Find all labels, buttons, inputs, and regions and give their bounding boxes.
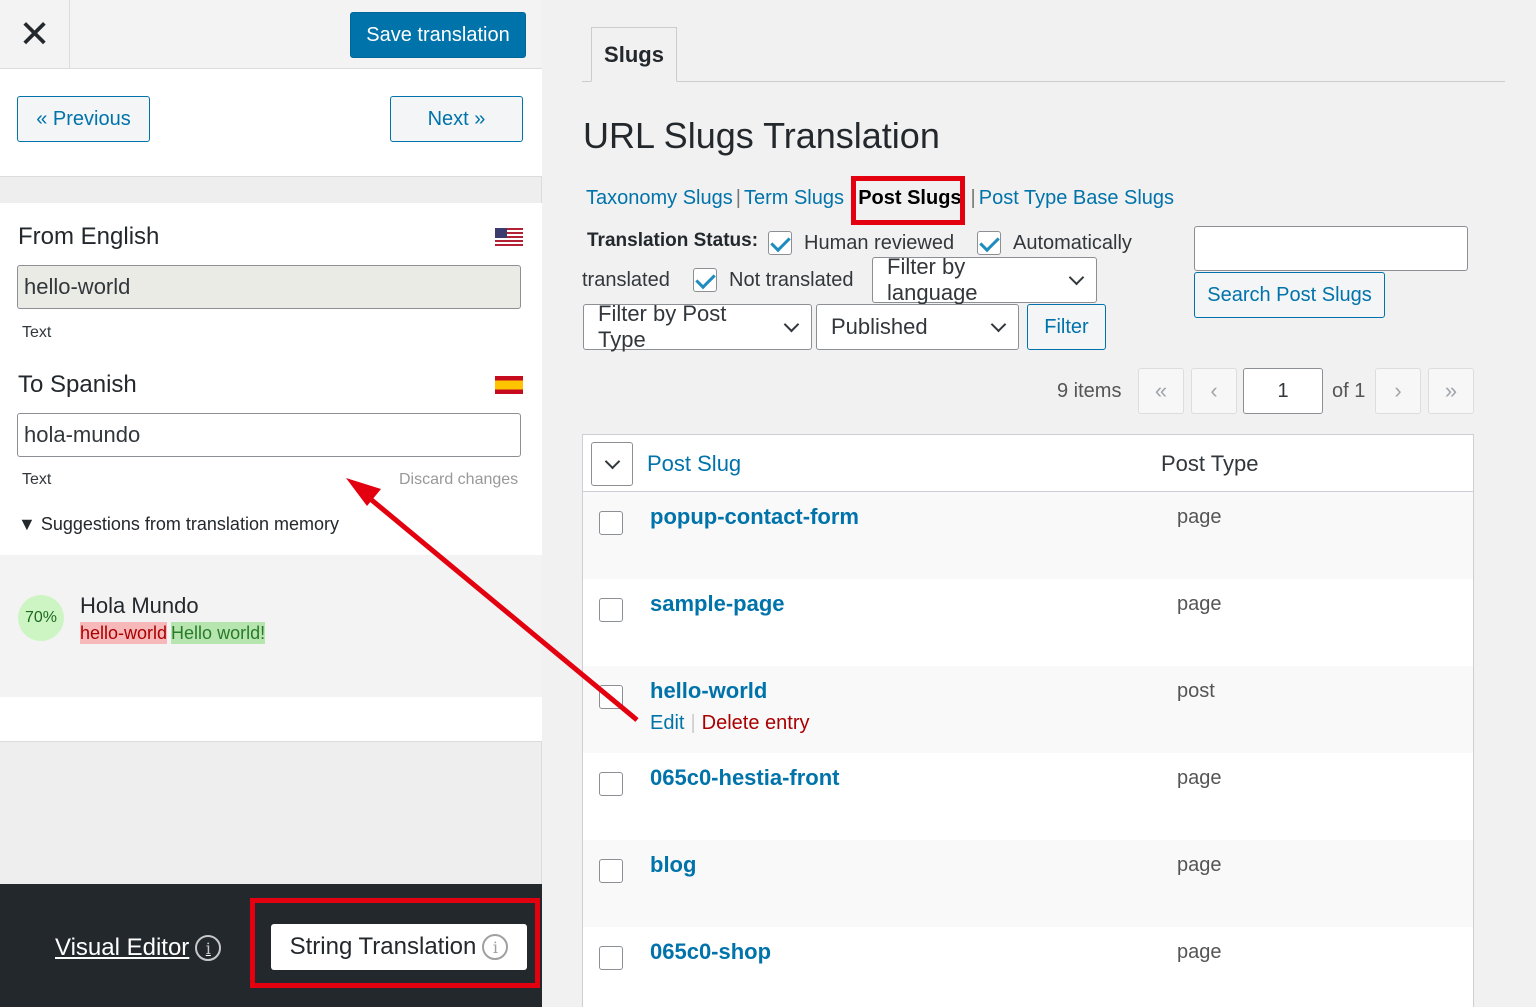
post-slugs-table: Post Slug Post Type popup-contact-form p… [582, 434, 1474, 1007]
translation-status-label: Translation Status: [587, 230, 759, 251]
row-checkbox[interactable] [599, 946, 623, 970]
triangle-down-icon: ▼ [18, 514, 36, 534]
discard-changes-link[interactable]: Discard changes [399, 471, 518, 489]
row-checkbox[interactable] [599, 859, 623, 883]
delete-entry-link[interactable]: Delete entry [702, 712, 810, 734]
previous-button[interactable]: « Previous [17, 96, 150, 142]
next-button[interactable]: Next » [390, 96, 523, 142]
post-status-select[interactable]: Published [816, 304, 1019, 350]
visual-editor-label: Visual Editor [55, 934, 190, 961]
row-checkbox[interactable] [599, 685, 623, 709]
save-translation-button[interactable]: Save translation [350, 12, 526, 58]
chevron-down-icon [604, 453, 620, 469]
human-reviewed-label: Human reviewed [804, 232, 955, 254]
filter-post-type-value: Filter by Post Type [598, 301, 727, 352]
info-icon[interactable]: i [195, 935, 222, 961]
automatically-translated-checkbox[interactable] [977, 231, 1001, 255]
next-page-button[interactable]: › [1375, 368, 1421, 414]
match-percent-badge: 70% [18, 595, 64, 641]
column-post-type: Post Type [1161, 451, 1259, 476]
edit-link[interactable]: Edit [650, 712, 684, 734]
translation-editor-panel: ✕ Save translation « Previous Next » Fro… [0, 0, 542, 1007]
chevron-down-icon [783, 316, 800, 332]
diff-removed: hello-world [80, 622, 168, 644]
chevron-down-icon [990, 316, 1007, 332]
table-row: 065c0-hestia-front page [583, 753, 1473, 840]
suggestions-toggle[interactable]: ▼ Suggestions from translation memory [18, 514, 339, 535]
search-post-slugs-button[interactable]: Search Post Slugs [1194, 272, 1385, 318]
suggestion-title: Hola Mundo [80, 593, 199, 618]
us-flag-icon [495, 228, 523, 246]
suggestion-diff: hello-world Hello world! [80, 622, 266, 644]
navigation-area: « Previous Next » [0, 69, 542, 177]
not-translated-label: Not translated [729, 269, 854, 291]
row-checkbox[interactable] [599, 511, 623, 535]
suggestions-label: Suggestions from translation memory [40, 514, 339, 534]
from-language-label: From English [18, 223, 160, 250]
editor-toolbar: ✕ Save translation [0, 0, 542, 69]
table-header: Post Slug Post Type [583, 435, 1473, 492]
chevron-down-icon [1068, 269, 1085, 285]
row-checkbox[interactable] [599, 598, 623, 622]
tab-divider [582, 81, 1505, 82]
source-text-field: hello-world [17, 265, 521, 309]
translated-label: translated [582, 269, 670, 291]
post-slug-link[interactable]: sample-page [650, 591, 785, 617]
post-type-cell: page [1177, 941, 1222, 963]
prev-page-button[interactable]: ‹ [1191, 368, 1237, 414]
post-slug-link[interactable]: 065c0-hestia-front [650, 765, 840, 791]
spain-flag-icon [495, 376, 523, 394]
translation-type-label: Text [22, 471, 52, 488]
diff-added: Hello world! [171, 622, 266, 644]
row-checkbox[interactable] [599, 772, 623, 796]
tab-slugs[interactable]: Slugs [591, 27, 677, 82]
post-slug-link[interactable]: blog [650, 852, 696, 878]
filter-post-type-select[interactable]: Filter by Post Type [583, 301, 812, 352]
close-icon[interactable]: ✕ [0, 0, 70, 68]
highlight-box-post-slugs [851, 176, 965, 225]
translation-form: From English hello-world Text To Spanish… [0, 203, 542, 555]
items-count: 9 items [1057, 380, 1122, 402]
view-taxonomy-slugs[interactable]: Taxonomy Slugs [586, 187, 733, 210]
current-page-input[interactable]: 1 [1243, 368, 1323, 414]
visual-editor-link[interactable]: Visual Editor i [55, 934, 222, 962]
post-type-cell: post [1177, 680, 1215, 702]
automatically-label: Automatically [1013, 232, 1132, 254]
post-type-cell: page [1177, 767, 1222, 789]
post-type-cell: page [1177, 506, 1222, 528]
table-row: hello-world post Edit | Delete entry [583, 666, 1473, 753]
post-slug-link[interactable]: hello-world [650, 678, 767, 704]
view-term-slugs[interactable]: Term Slugs [744, 187, 844, 210]
filter-button[interactable]: Filter [1027, 304, 1106, 350]
row-actions: Edit | Delete entry [650, 712, 810, 734]
filter-language-value: Filter by language [887, 254, 978, 305]
page-title: URL Slugs Translation [583, 115, 940, 156]
table-row: blog page [583, 840, 1473, 927]
to-language-label: To Spanish [18, 371, 137, 398]
not-translated-checkbox[interactable] [693, 268, 717, 292]
filter-language-select[interactable]: Filter by language [872, 254, 1097, 305]
table-row: 065c0-shop page [583, 927, 1473, 1007]
translation-memory-suggestion[interactable]: 70% Hola Mundo hello-world Hello world! [0, 555, 542, 697]
human-reviewed-checkbox[interactable] [768, 231, 792, 255]
last-page-button[interactable]: » [1428, 368, 1474, 414]
column-post-slug[interactable]: Post Slug [647, 451, 741, 477]
highlight-box-string-translation [250, 898, 540, 988]
view-post-type-base-slugs[interactable]: Post Type Base Slugs [979, 187, 1174, 210]
post-slug-link[interactable]: 065c0-shop [650, 939, 771, 965]
search-slugs-input[interactable] [1194, 226, 1468, 271]
spacer [0, 697, 542, 742]
table-row: sample-page page [583, 579, 1473, 666]
total-pages-label: of 1 [1332, 380, 1366, 402]
source-type-label: Text [22, 324, 52, 341]
post-status-value: Published [831, 314, 928, 339]
table-row: popup-contact-form page [583, 492, 1473, 579]
post-slug-link[interactable]: popup-contact-form [650, 504, 859, 530]
post-type-cell: page [1177, 593, 1222, 615]
bulk-toggle-button[interactable] [591, 442, 633, 486]
translation-text-field[interactable]: hola-mundo [17, 413, 521, 457]
first-page-button[interactable]: « [1138, 368, 1184, 414]
post-type-cell: page [1177, 854, 1222, 876]
